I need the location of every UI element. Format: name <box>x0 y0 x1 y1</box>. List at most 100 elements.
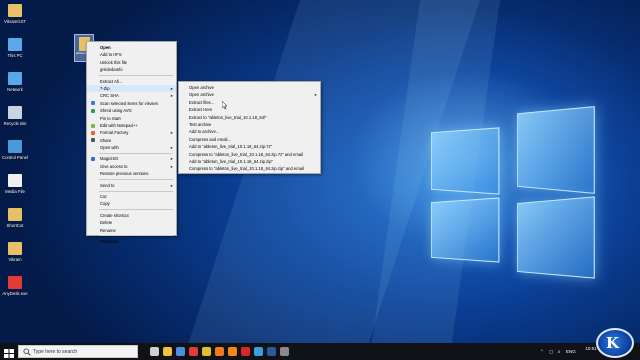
menu-item-label: Compress to "ableton_live_trial_10.1.18_… <box>189 166 304 172</box>
menu-item[interactable]: Share <box>87 137 176 144</box>
store-icon[interactable] <box>176 347 185 356</box>
folder-icon <box>8 242 22 255</box>
network-tray-icon[interactable]: ▢ <box>549 343 553 360</box>
menu-item[interactable]: Format Factory ▸ <box>87 129 176 136</box>
desktop-icon[interactable]: Vikram <box>0 242 30 262</box>
menu-item[interactable]: Pin to Start <box>87 115 176 122</box>
menu-item-label: Format Factory <box>100 130 129 136</box>
menu-item-label: Add to "ableton_live_trial_10.1.18_64.zi… <box>189 158 273 164</box>
desktop-icon[interactable]: Recycle Bin <box>0 106 30 126</box>
desktop-icon[interactable]: Network <box>0 72 30 92</box>
menu-item[interactable]: Cut <box>87 193 176 200</box>
app-icon[interactable] <box>280 347 289 356</box>
desktop-icon-label: AnyDesk.exe <box>2 291 28 296</box>
menu-separator <box>99 75 173 77</box>
vlc-icon[interactable] <box>228 347 237 356</box>
logo-pane <box>431 127 500 195</box>
menu-item-label: MagicISO <box>100 156 119 162</box>
menu-item[interactable]: Give access to ▸ <box>87 163 176 170</box>
logo-pane <box>517 106 595 194</box>
menu-item-label: Copy <box>100 201 110 207</box>
menu-item[interactable]: Open with ▸ <box>87 144 176 151</box>
menu-item[interactable]: Properties <box>87 238 176 245</box>
shortcut-icon <box>8 208 22 221</box>
menu-item[interactable]: Create shortcut <box>87 212 176 219</box>
menu-item[interactable]: Delete <box>87 219 176 226</box>
file-explorer-icon[interactable] <box>163 347 172 356</box>
anydesk-icon[interactable] <box>189 347 198 356</box>
desktop-icon-label: Network <box>7 87 23 92</box>
edge-icon[interactable] <box>254 347 263 356</box>
menu-item[interactable]: Add to HFS <box>87 51 176 58</box>
menu-item-label: Open archive <box>189 92 214 98</box>
submenu-arrow-icon: ▸ <box>170 163 173 169</box>
menu-item[interactable]: Extract Here <box>179 106 320 113</box>
menu-item-label: Open <box>100 45 111 50</box>
media-file-icon <box>8 174 22 187</box>
desktop-icon-label: Recycle Bin <box>3 121 27 126</box>
menu-item-label: Compress to "ableton_live_trial_10.1.18_… <box>189 151 304 157</box>
menu-item[interactable]: 7-Zip ▸ <box>87 84 176 93</box>
menu-item-icon <box>91 130 95 135</box>
desktop-icon[interactable]: This PC <box>0 38 30 58</box>
menu-item-label: Rename <box>100 227 116 233</box>
logo-pane <box>431 197 500 263</box>
menu-item[interactable]: Unlock this file <box>87 59 176 66</box>
firefox-icon[interactable] <box>215 347 224 356</box>
menu-item[interactable]: CRC SHA ▸ <box>87 92 176 99</box>
menu-item[interactable]: Scan selected items for viruses <box>87 100 176 107</box>
menu-item[interactable]: Extract to "ableton_live_trial_10.1.18_6… <box>179 114 320 121</box>
menu-item[interactable]: gHidedaInfo <box>87 66 176 73</box>
start-button[interactable] <box>3 346 15 358</box>
opera-icon[interactable] <box>241 347 250 356</box>
menu-item[interactable]: Open archive <box>179 84 320 91</box>
menu-item[interactable]: Extract All... <box>87 78 176 85</box>
menu-item[interactable]: MagicISO ▸ <box>87 155 176 162</box>
menu-item-label: Create shortcut <box>100 212 129 218</box>
language-indicator[interactable]: ENG <box>566 343 576 360</box>
menu-item[interactable]: Open archive ▸ <box>179 91 320 98</box>
windows-start-icon <box>4 349 14 358</box>
task-view-icon[interactable] <box>150 347 159 356</box>
menu-item-label: Extract All... <box>100 78 123 84</box>
menu-item[interactable]: Restore previous versions <box>87 170 176 177</box>
menu-item[interactable]: Edit with Notepad++ <box>87 122 176 129</box>
menu-item-label: Pin to Start <box>100 115 121 121</box>
menu-item-label: Share <box>100 137 112 143</box>
menu-item-label: Cut <box>100 194 107 200</box>
menu-separator <box>99 152 173 154</box>
menu-item[interactable]: Test archive <box>179 121 320 128</box>
menu-item[interactable]: Compress to "ableton_live_trial_10.1.18_… <box>179 151 320 158</box>
menu-item-label: CRC SHA <box>100 93 119 99</box>
menu-item[interactable]: Compress and email... <box>179 136 320 143</box>
menu-item[interactable]: Open <box>87 44 176 51</box>
menu-item[interactable]: Shred using AVG <box>87 107 176 114</box>
desktop-icon[interactable]: AnyDesk.exe <box>0 276 30 296</box>
menu-item[interactable]: Rename <box>87 227 176 234</box>
desktop-icon[interactable]: Control Panel <box>0 140 30 160</box>
menu-item[interactable]: Add to archive... <box>179 128 320 135</box>
computer-icon <box>8 38 22 51</box>
tray-chevron-icon[interactable]: ⌃ <box>540 343 544 360</box>
taskbar-search-box[interactable]: Type here to search <box>18 345 138 358</box>
menu-item[interactable]: Add to "ableton_live_trial_10.1.18_64.zi… <box>179 143 320 150</box>
menu-item-label: Give access to <box>100 163 128 169</box>
menu-item[interactable]: Add to "ableton_live_trial_10.1.18_64.zi… <box>179 158 320 165</box>
anydesk-icon <box>8 276 22 289</box>
volume-icon[interactable]: ♬ <box>557 343 562 360</box>
desktop-icon[interactable]: Media File <box>0 174 30 194</box>
menu-item[interactable]: Copy <box>87 200 176 207</box>
chrome-icon[interactable] <box>202 347 211 356</box>
desktop[interactable]: VikramGST This PC Network Recycle Bin Contro… <box>0 0 640 343</box>
menu-item-label: Send to <box>100 182 115 188</box>
menu-item[interactable]: Compress to "ableton_live_trial_10.1.18_… <box>179 165 320 172</box>
desktop-icon[interactable]: VikramGST <box>0 4 30 24</box>
menu-item[interactable]: Send to ▸ <box>87 182 176 189</box>
desktop-icon[interactable]: ShortCut <box>0 208 30 228</box>
photoshop-icon[interactable] <box>267 347 276 356</box>
menu-item-icon <box>91 108 95 113</box>
folder-icon <box>8 4 22 17</box>
recycle-bin-icon <box>8 106 22 119</box>
menu-item[interactable]: Extract files... <box>179 99 320 106</box>
menu-item-label: Extract files... <box>189 99 215 105</box>
